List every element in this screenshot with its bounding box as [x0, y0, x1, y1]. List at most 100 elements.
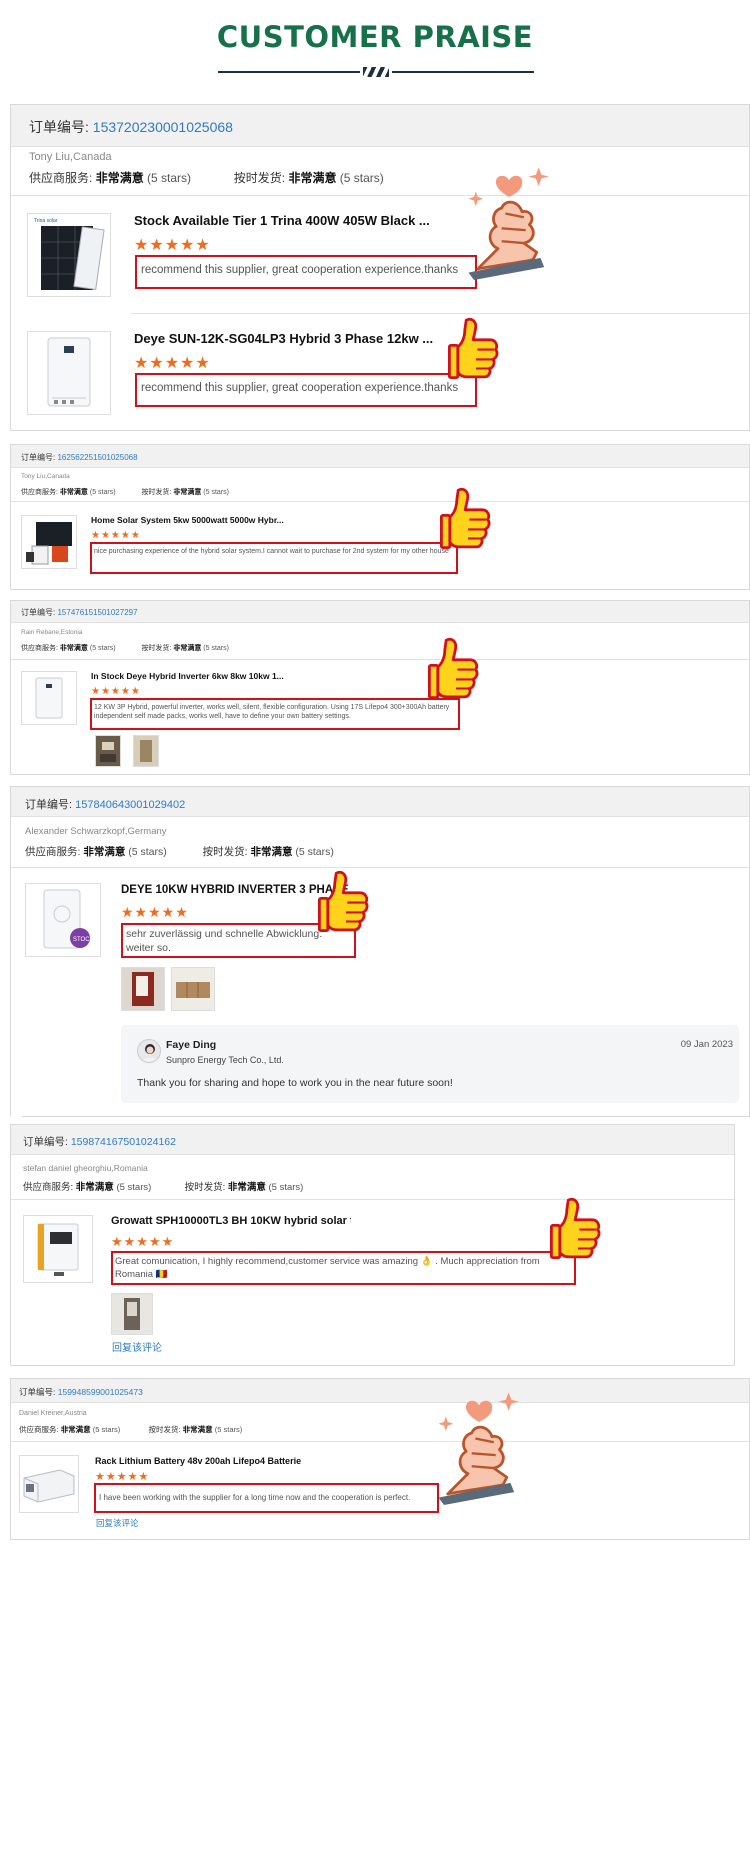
order-header: 订单编号: 159948599001025473	[11, 1379, 749, 1403]
review-card: 订单编号: 153720230001025068 Tony Liu,Canada…	[10, 104, 750, 431]
supplier-stars: (5 stars)	[92, 1425, 121, 1434]
order-number-value[interactable]: 159948599001025473	[58, 1387, 143, 1397]
review-card: 订单编号: 157476151501027297 Rain Rebane,Est…	[10, 600, 750, 775]
inverter-image	[47, 337, 91, 407]
supplier-label: 供应商服务:	[23, 1182, 74, 1193]
photo-image	[112, 1294, 152, 1334]
review-photo[interactable]	[133, 735, 159, 767]
product-thumbnail[interactable]	[23, 1215, 93, 1283]
product-title[interactable]: Home Solar System 5kw 5000watt 5000w Hyb…	[91, 515, 291, 525]
delivery-stars: (5 stars)	[339, 171, 384, 185]
product-thumbnail[interactable]	[27, 331, 111, 415]
supplier-rating: 非常满意	[60, 1425, 91, 1434]
delivery-label: 按时发货:	[184, 1182, 226, 1193]
review-text: 12 KW 3P Hybrid, powerful inverter, work…	[90, 698, 460, 730]
photo-image	[96, 736, 120, 766]
praise-page: CUSTOMER PRAISE 订单编号: 153720230001025068…	[0, 0, 750, 1871]
order-label: 订单编号:	[19, 1387, 56, 1397]
product-thumbnail[interactable]	[21, 515, 77, 569]
review-photo[interactable]	[111, 1293, 153, 1335]
product-title[interactable]: Deye SUN-12K-SG04LP3 Hybrid 3 Phase 12kw…	[134, 331, 434, 346]
thumb-badge: STOCK	[73, 937, 94, 943]
thumbs-up-icon	[428, 637, 479, 699]
order-header: 订单编号: 159874167501024162	[11, 1125, 734, 1155]
delivery-label: 按时发货:	[233, 171, 286, 185]
supplier-rating: 非常满意	[83, 846, 126, 858]
avatar	[137, 1039, 161, 1063]
order-header: 订单编号: 157840643001029402	[11, 787, 749, 817]
supplier-stars: (5 stars)	[128, 846, 167, 858]
buyer-name: stefan daniel gheorghiu,Romania	[23, 1163, 148, 1173]
review-stars: ★★★★★	[134, 237, 211, 254]
order-number-value[interactable]: 157476151501027297	[57, 608, 137, 617]
order-number: 订单编号: 162562251501025068	[21, 452, 138, 463]
delivery-stars: (5 stars)	[203, 489, 229, 496]
thumbs-up-icon	[448, 317, 499, 380]
supplier-rating: 非常满意	[75, 1182, 114, 1193]
rating-row: 供应商服务: 非常满意 (5 stars) 按时发货: 非常满意 (5 star…	[21, 487, 229, 497]
supplier-label: 供应商服务:	[21, 489, 58, 496]
divider	[11, 195, 749, 196]
review-text: nice purchasing experience of the hybrid…	[90, 542, 458, 574]
product-title[interactable]: Growatt SPH10000TL3 BH 10KW hybrid solar…	[111, 1215, 351, 1227]
supplier-rating: 非常满意	[59, 489, 88, 496]
reply-date: 09 Jan 2023	[680, 1039, 733, 1050]
reply-company: Sunpro Energy Tech Co., Ltd.	[166, 1055, 284, 1065]
reply-link[interactable]: 回复该评论	[96, 1517, 139, 1529]
delivery-rating: 非常满意	[173, 645, 202, 652]
supplier-stars: (5 stars)	[116, 1182, 152, 1193]
product-thumbnail[interactable]	[21, 671, 77, 725]
product-title[interactable]: In Stock Deye Hybrid Inverter 6kw 8kw 10…	[91, 671, 291, 681]
review-photo[interactable]	[95, 735, 121, 767]
photo-image	[122, 968, 164, 1010]
review-photo[interactable]	[171, 967, 215, 1011]
order-number-value[interactable]: 159874167501024162	[71, 1136, 176, 1148]
supplier-stars: (5 stars)	[89, 645, 116, 652]
rating-row: 供应商服务: 非常满意 (5 stars) 按时发货: 非常满意 (5 star…	[23, 1179, 303, 1193]
thumbs-up-icon	[440, 487, 491, 549]
buyer-name: Daniel Kreiner,Austria	[19, 1410, 87, 1417]
product-thumbnail[interactable]	[19, 1455, 79, 1513]
divider	[131, 313, 749, 314]
inverter-image	[35, 677, 63, 719]
review-stars: ★★★★★	[95, 1471, 150, 1483]
buyer-name: Tony Liu,Canada	[21, 473, 70, 480]
review-text: Great comunication, I highly recommend,c…	[111, 1251, 576, 1285]
order-header: 订单编号: 162562251501025068	[11, 445, 749, 468]
review-stars: ★★★★★	[134, 355, 211, 372]
product-title[interactable]: Rack Lithium Battery 48v 200ah Lifepo4 B…	[95, 1456, 355, 1466]
delivery-label: 按时发货:	[141, 489, 172, 496]
order-number: 订单编号: 157476151501027297	[21, 607, 138, 618]
order-label: 订单编号:	[21, 608, 56, 617]
order-header: 订单编号: 153720230001025068	[11, 105, 749, 147]
supplier-label: 供应商服务:	[21, 645, 58, 652]
product-thumbnail[interactable]: Trina solar	[27, 213, 111, 297]
product-title[interactable]: Stock Available Tier 1 Trina 400W 405W B…	[134, 213, 434, 228]
review-card: 订单编号: 159874167501024162 stefan daniel g…	[10, 1124, 735, 1366]
review-stars: ★★★★★	[111, 1234, 175, 1249]
order-number: 订单编号: 159948599001025473	[19, 1386, 143, 1398]
review-card: 订单编号: 157840643001029402 Alexander Schwa…	[10, 786, 750, 1116]
order-label: 订单编号:	[21, 453, 56, 462]
delivery-rating: 非常满意	[227, 1182, 266, 1193]
review-card: 订单编号: 159948599001025473 Daniel Kreiner,…	[10, 1378, 750, 1540]
title-divider-slashes	[363, 67, 389, 77]
thumb-brand: Trina solar	[34, 218, 58, 224]
supplier-stars: (5 stars)	[89, 489, 116, 496]
page-header: CUSTOMER PRAISE	[0, 0, 750, 110]
buyer-name: Alexander Schwarzkopf,Germany	[25, 826, 167, 837]
order-number-value[interactable]: 157840643001029402	[75, 799, 185, 811]
order-number-value[interactable]: 162562251501025068	[57, 453, 137, 462]
photo-image	[172, 968, 214, 1010]
supplier-rating: 非常满意	[59, 645, 88, 652]
delivery-rating: 非常满意	[288, 171, 337, 185]
review-photo[interactable]	[121, 967, 165, 1011]
solar-panel-image: Trina solar	[34, 218, 105, 290]
divider	[22, 1116, 750, 1117]
reply-link[interactable]: 回复该评论	[112, 1339, 162, 1354]
product-thumbnail[interactable]: STOCK	[25, 883, 101, 957]
seller-reply: Faye Ding Sunpro Energy Tech Co., Ltd. 0…	[121, 1025, 739, 1103]
rating-row: 供应商服务: 非常满意 (5 stars) 按时发货: 非常满意 (5 star…	[19, 1424, 242, 1435]
order-number-value[interactable]: 153720230001025068	[93, 119, 233, 135]
avatar-image	[141, 1044, 159, 1062]
